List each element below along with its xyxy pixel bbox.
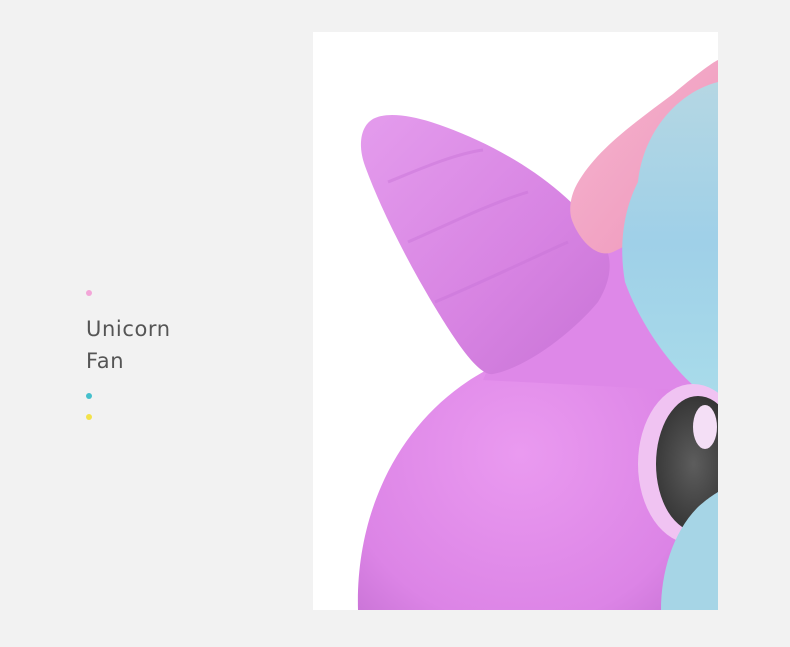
- yellow-accent-dot: [86, 414, 92, 420]
- product-caption: Unicorn Fan: [86, 313, 226, 377]
- teal-accent-dot: [86, 393, 92, 399]
- eye-highlight: [693, 405, 717, 449]
- caption-line-2: Fan: [86, 349, 125, 373]
- product-photo: [313, 32, 718, 610]
- pink-accent-dot: [86, 290, 92, 296]
- caption-line-1: Unicorn: [86, 317, 171, 341]
- unicorn-toy-illustration: [357, 60, 718, 610]
